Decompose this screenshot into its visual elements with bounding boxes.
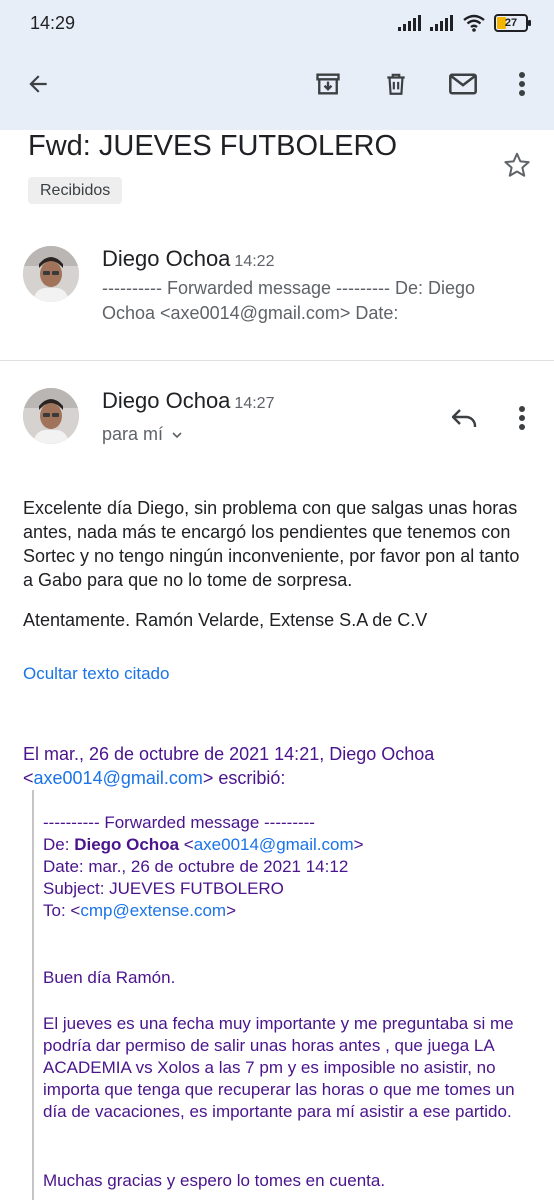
forwarded-date: Date: mar., 26 de octubre de 2021 14:12: [43, 857, 349, 876]
message-more-button[interactable]: [505, 398, 539, 438]
from-lt: <: [179, 835, 194, 854]
archive-button[interactable]: [306, 62, 350, 106]
message-sender: Diego Ochoa 14:22: [102, 246, 274, 272]
more-vert-icon: [519, 72, 525, 96]
message-time: 14:27: [234, 395, 275, 412]
forwarded-subject: Subject: JUEVES FUTBOLERO: [43, 879, 284, 898]
message-sender: Diego Ochoa 14:27: [102, 388, 274, 414]
status-icons: 27: [398, 14, 531, 32]
quote-header-line: El mar., 26 de octubre de 2021 14:21, Di…: [23, 744, 435, 764]
message-body: Excelente día Diego, sin problema con qu…: [23, 498, 520, 590]
top-app-bar: 14:29 27: [0, 0, 554, 130]
forwarded-to: To: <cmp@extense.com>: [43, 900, 533, 922]
forwarded-title: ---------- Forwarded message ---------: [43, 813, 315, 832]
sender-name: Diego Ochoa: [102, 388, 231, 413]
from-name: Diego Ochoa: [74, 835, 180, 854]
status-bar: 14:29 27: [0, 0, 554, 48]
email-subject: Fwd: JUEVES FUTBOLERO: [28, 130, 398, 162]
back-button[interactable]: [16, 62, 60, 106]
avatar-photo: [23, 388, 79, 444]
signal-icon-2: [430, 15, 453, 31]
quote-header: El mar., 26 de octubre de 2021 14:21, Di…: [23, 742, 533, 790]
more-options-button[interactable]: [500, 62, 544, 106]
divider: [0, 360, 554, 361]
sender-name: Diego Ochoa: [102, 246, 231, 271]
quote-header-rest: > escribió:: [202, 768, 286, 788]
from-email[interactable]: axe0014@gmail.com: [194, 835, 354, 854]
mark-unread-button[interactable]: [441, 62, 485, 106]
quote-header-lt: <: [23, 768, 34, 788]
arrow-left-icon: [29, 75, 47, 93]
chevron-down-icon: [172, 431, 182, 438]
status-time: 14:29: [30, 13, 76, 33]
signal-icon: [398, 15, 421, 31]
avatar-photo: [23, 246, 79, 302]
more-vert-icon: [519, 406, 525, 430]
wifi-icon: [463, 14, 485, 32]
forwarded-from: De: Diego Ochoa <axe0014@gmail.com>: [43, 834, 533, 856]
from-gt: >: [353, 835, 364, 854]
to-label: To: <: [43, 901, 81, 920]
battery-icon: 27: [494, 14, 531, 32]
message-snippet[interactable]: ---------- Forwarded message --------- D…: [102, 276, 522, 326]
from-label: De:: [43, 835, 75, 854]
message-signature: Atentamente. Ramón Velarde, Extense S.A …: [23, 610, 428, 630]
hide-quoted-text-link[interactable]: Ocultar texto citado: [23, 664, 169, 684]
battery-level: 27: [504, 17, 518, 29]
quote-bar: [32, 790, 34, 1200]
mail-icon: [449, 73, 477, 95]
avatar[interactable]: [23, 246, 79, 302]
star-button[interactable]: [502, 150, 532, 185]
archive-icon: [316, 73, 340, 95]
to-gt: >: [226, 901, 237, 920]
message-time: 14:22: [234, 253, 275, 270]
quoted-greeting: Buen día Ramón.: [43, 968, 176, 987]
quoted-closing: Muchas gracias y espero lo tomes en cuen…: [43, 1171, 386, 1190]
avatar[interactable]: [23, 388, 79, 444]
recipient-details-toggle[interactable]: para mí: [102, 424, 185, 445]
recipient-label: para mí: [102, 424, 164, 444]
trash-icon: [387, 73, 405, 95]
quote-header-email[interactable]: axe0014@gmail.com: [34, 768, 203, 788]
reply-button[interactable]: [444, 398, 484, 438]
star-icon: [504, 152, 530, 177]
to-email[interactable]: cmp@extense.com: [80, 901, 226, 920]
quoted-paragraph: El jueves es una fecha muy importante y …: [43, 1014, 515, 1121]
reply-icon: [451, 409, 477, 428]
label-chip[interactable]: Recibidos: [28, 177, 123, 204]
delete-button[interactable]: [374, 62, 418, 106]
